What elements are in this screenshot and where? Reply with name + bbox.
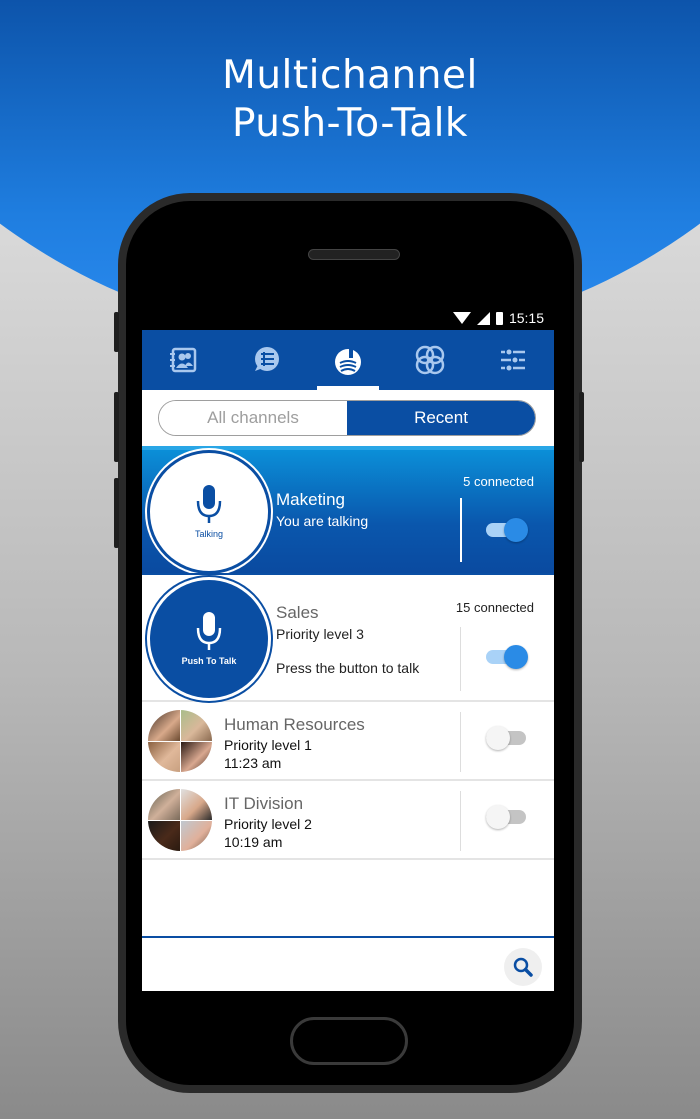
channel-filter: All channels Recent — [158, 400, 536, 436]
member-photo — [180, 710, 212, 741]
tab-push-to-talk[interactable] — [307, 330, 389, 390]
connected-count: 15 connected — [455, 600, 534, 615]
channel-info: Sales Priority level 3 Press the button … — [276, 603, 419, 676]
microphone-icon — [196, 485, 222, 523]
tab-channels[interactable] — [389, 330, 471, 390]
volume-down-button — [114, 478, 119, 548]
divider — [460, 627, 461, 691]
push-to-talk-button[interactable]: Push To Talk — [150, 580, 268, 698]
channel-status: You are talking — [276, 513, 369, 529]
group-avatar — [148, 710, 212, 772]
channel-info: Human Resources Priority level 1 11:23 a… — [224, 715, 365, 771]
walkie-talkie-icon — [335, 348, 362, 375]
earpiece-speaker — [308, 249, 400, 260]
power-button — [579, 392, 584, 462]
channel-time: 11:23 am — [224, 755, 282, 771]
tab-messages[interactable] — [224, 330, 306, 390]
channel-toggle[interactable] — [486, 805, 528, 829]
headline-line-2: Push-To-Talk — [231, 101, 469, 146]
headline: Multichannel Push-To-Talk — [0, 52, 700, 148]
tab-settings[interactable] — [472, 330, 554, 390]
search-button[interactable] — [504, 948, 542, 986]
channel-priority: Priority level 3 — [276, 626, 364, 642]
connected-count: 5 connected — [463, 474, 534, 489]
member-photo — [148, 789, 180, 820]
microphone-icon — [196, 612, 222, 650]
contacts-book-icon — [170, 347, 197, 373]
member-photo — [148, 710, 180, 741]
talking-button[interactable]: Talking — [150, 453, 268, 571]
channel-priority: Priority level 2 — [224, 816, 312, 832]
settings-sliders-icon — [500, 349, 525, 371]
channel-priority: Priority level 1 — [224, 737, 312, 753]
channel-name: Human Resources — [224, 715, 365, 734]
ptt-label: Talking — [194, 529, 223, 539]
channel-row-human-resources[interactable]: Human Resources Priority level 1 11:23 a… — [142, 702, 554, 781]
channel-toggle[interactable] — [486, 518, 528, 542]
channel-name: IT Division — [224, 794, 304, 813]
channel-info: Maketing You are talking — [276, 490, 368, 529]
member-photo — [148, 820, 180, 851]
status-time: 15:15 — [508, 310, 544, 326]
battery-icon — [495, 311, 503, 325]
divider — [460, 791, 461, 851]
status-bar: 15:15 — [142, 306, 554, 330]
channel-time: 10:19 am — [224, 834, 283, 850]
member-photo — [148, 741, 180, 772]
headline-line-1: Multichannel — [222, 53, 478, 98]
app-screen: 15:15 All channels Recent Talking Maketi… — [142, 306, 554, 991]
top-nav — [142, 330, 554, 390]
channel-name: Maketing — [276, 490, 345, 509]
channel-row-marketing[interactable]: Talking Maketing You are talking 5 conne… — [142, 446, 554, 573]
channel-hint: Press the button to talk — [276, 660, 420, 676]
divider — [460, 712, 461, 772]
member-photo — [180, 741, 212, 772]
divider — [460, 498, 462, 562]
member-photo — [180, 820, 212, 851]
search-icon — [513, 957, 533, 977]
channel-info: IT Division Priority level 2 10:19 am — [224, 794, 312, 850]
ptt-label: Push To Talk — [181, 656, 237, 666]
channel-toggle[interactable] — [486, 645, 528, 669]
channels-rings-icon — [416, 345, 445, 375]
channel-row-it-division[interactable]: IT Division Priority level 2 10:19 am — [142, 781, 554, 860]
channel-name: Sales — [276, 603, 319, 622]
chat-list-icon — [254, 347, 279, 371]
home-button[interactable] — [290, 1017, 408, 1065]
bottom-bar — [142, 936, 554, 991]
tab-recent[interactable]: Recent — [347, 401, 535, 435]
tab-all-channels[interactable]: All channels — [159, 401, 347, 435]
volume-up-button — [114, 392, 119, 462]
channel-toggle[interactable] — [486, 726, 528, 750]
tab-contacts[interactable] — [142, 330, 224, 390]
group-avatar — [148, 789, 212, 851]
wifi-icon — [452, 312, 471, 324]
side-button — [114, 312, 119, 352]
signal-icon — [476, 311, 490, 325]
channel-row-sales[interactable]: Push To Talk Sales Priority level 3 Pres… — [142, 573, 554, 702]
member-photo — [180, 789, 212, 820]
